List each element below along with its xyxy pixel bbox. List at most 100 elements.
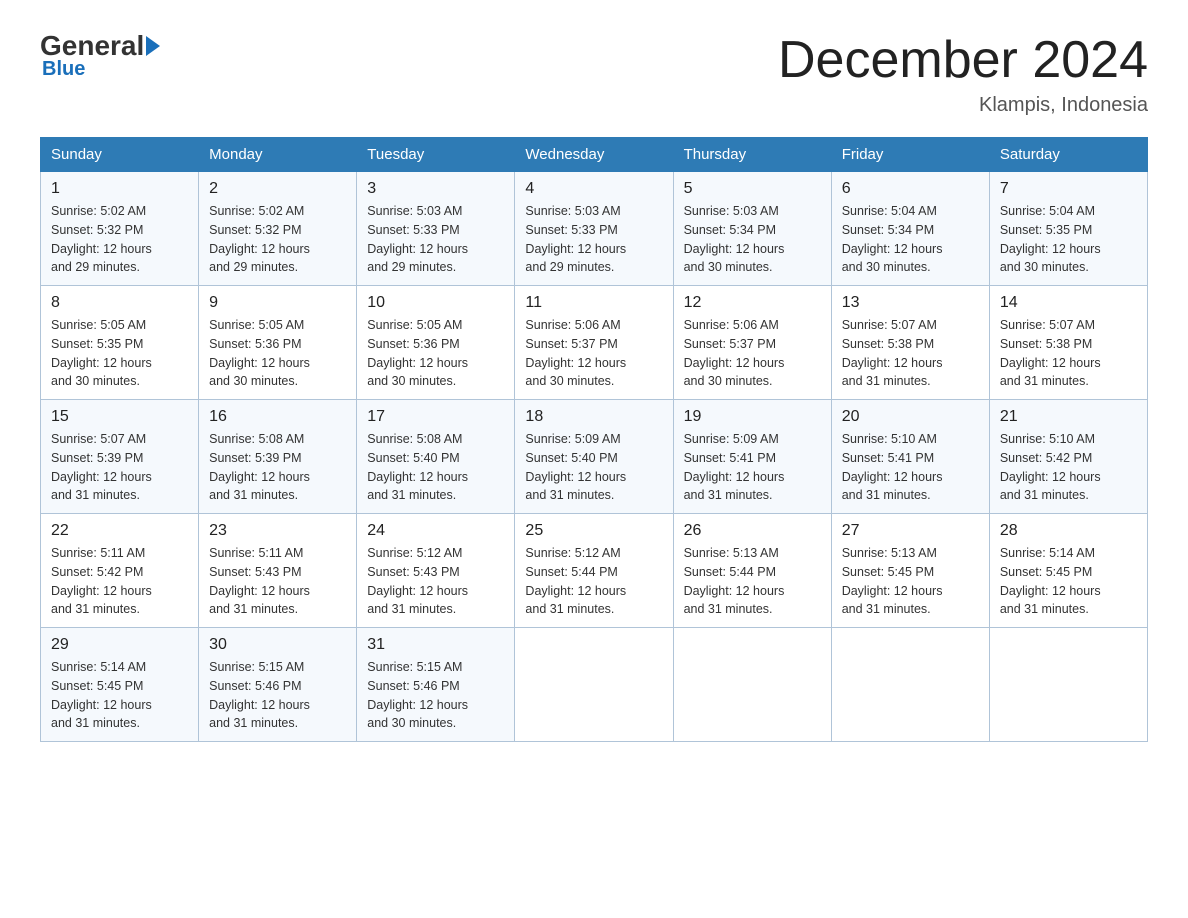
day-number: 2 [209,180,346,198]
calendar-cell: 12 Sunrise: 5:06 AMSunset: 5:37 PMDaylig… [673,286,831,400]
col-header-saturday: Saturday [989,138,1147,172]
calendar-cell: 11 Sunrise: 5:06 AMSunset: 5:37 PMDaylig… [515,286,673,400]
calendar-cell: 30 Sunrise: 5:15 AMSunset: 5:46 PMDaylig… [199,628,357,742]
day-info: Sunrise: 5:07 AMSunset: 5:38 PMDaylight:… [842,318,943,388]
location-subtitle: Klampis, Indonesia [778,94,1148,117]
day-info: Sunrise: 5:02 AMSunset: 5:32 PMDaylight:… [209,204,310,274]
calendar-cell [515,628,673,742]
day-info: Sunrise: 5:06 AMSunset: 5:37 PMDaylight:… [525,318,626,388]
day-number: 1 [51,180,188,198]
calendar-cell: 20 Sunrise: 5:10 AMSunset: 5:41 PMDaylig… [831,400,989,514]
col-header-tuesday: Tuesday [357,138,515,172]
calendar-cell: 29 Sunrise: 5:14 AMSunset: 5:45 PMDaylig… [41,628,199,742]
day-info: Sunrise: 5:09 AMSunset: 5:40 PMDaylight:… [525,432,626,502]
day-number: 23 [209,522,346,540]
calendar-cell: 15 Sunrise: 5:07 AMSunset: 5:39 PMDaylig… [41,400,199,514]
day-info: Sunrise: 5:09 AMSunset: 5:41 PMDaylight:… [684,432,785,502]
day-number: 29 [51,636,188,654]
day-number: 22 [51,522,188,540]
day-number: 11 [525,294,662,312]
day-number: 13 [842,294,979,312]
calendar-cell: 23 Sunrise: 5:11 AMSunset: 5:43 PMDaylig… [199,514,357,628]
day-info: Sunrise: 5:12 AMSunset: 5:44 PMDaylight:… [525,546,626,616]
col-header-thursday: Thursday [673,138,831,172]
calendar-header-row: SundayMondayTuesdayWednesdayThursdayFrid… [41,138,1148,172]
day-number: 7 [1000,180,1137,198]
day-info: Sunrise: 5:15 AMSunset: 5:46 PMDaylight:… [367,660,468,730]
day-info: Sunrise: 5:14 AMSunset: 5:45 PMDaylight:… [1000,546,1101,616]
page-header: General Blue December 2024 Klampis, Indo… [40,30,1148,117]
day-number: 10 [367,294,504,312]
day-number: 21 [1000,408,1137,426]
calendar-cell [989,628,1147,742]
calendar-week-row: 8 Sunrise: 5:05 AMSunset: 5:35 PMDayligh… [41,286,1148,400]
title-section: December 2024 Klampis, Indonesia [778,30,1148,117]
day-info: Sunrise: 5:14 AMSunset: 5:45 PMDaylight:… [51,660,152,730]
day-number: 20 [842,408,979,426]
calendar-cell: 4 Sunrise: 5:03 AMSunset: 5:33 PMDayligh… [515,172,673,286]
calendar-cell: 14 Sunrise: 5:07 AMSunset: 5:38 PMDaylig… [989,286,1147,400]
day-number: 12 [684,294,821,312]
day-number: 15 [51,408,188,426]
day-info: Sunrise: 5:10 AMSunset: 5:42 PMDaylight:… [1000,432,1101,502]
calendar-cell: 25 Sunrise: 5:12 AMSunset: 5:44 PMDaylig… [515,514,673,628]
calendar-cell: 22 Sunrise: 5:11 AMSunset: 5:42 PMDaylig… [41,514,199,628]
calendar-cell [831,628,989,742]
day-info: Sunrise: 5:08 AMSunset: 5:39 PMDaylight:… [209,432,310,502]
day-info: Sunrise: 5:07 AMSunset: 5:39 PMDaylight:… [51,432,152,502]
day-number: 4 [525,180,662,198]
calendar-cell: 5 Sunrise: 5:03 AMSunset: 5:34 PMDayligh… [673,172,831,286]
calendar-week-row: 15 Sunrise: 5:07 AMSunset: 5:39 PMDaylig… [41,400,1148,514]
calendar-week-row: 22 Sunrise: 5:11 AMSunset: 5:42 PMDaylig… [41,514,1148,628]
day-info: Sunrise: 5:03 AMSunset: 5:34 PMDaylight:… [684,204,785,274]
day-number: 5 [684,180,821,198]
col-header-monday: Monday [199,138,357,172]
calendar-table: SundayMondayTuesdayWednesdayThursdayFrid… [40,137,1148,742]
day-number: 3 [367,180,504,198]
day-number: 17 [367,408,504,426]
calendar-cell: 27 Sunrise: 5:13 AMSunset: 5:45 PMDaylig… [831,514,989,628]
calendar-cell: 7 Sunrise: 5:04 AMSunset: 5:35 PMDayligh… [989,172,1147,286]
day-info: Sunrise: 5:03 AMSunset: 5:33 PMDaylight:… [367,204,468,274]
col-header-wednesday: Wednesday [515,138,673,172]
calendar-cell: 13 Sunrise: 5:07 AMSunset: 5:38 PMDaylig… [831,286,989,400]
calendar-cell: 10 Sunrise: 5:05 AMSunset: 5:36 PMDaylig… [357,286,515,400]
day-info: Sunrise: 5:07 AMSunset: 5:38 PMDaylight:… [1000,318,1101,388]
calendar-cell [673,628,831,742]
day-info: Sunrise: 5:15 AMSunset: 5:46 PMDaylight:… [209,660,310,730]
day-info: Sunrise: 5:12 AMSunset: 5:43 PMDaylight:… [367,546,468,616]
day-number: 14 [1000,294,1137,312]
logo: General Blue [40,30,162,81]
day-info: Sunrise: 5:11 AMSunset: 5:43 PMDaylight:… [209,546,310,616]
day-info: Sunrise: 5:10 AMSunset: 5:41 PMDaylight:… [842,432,943,502]
calendar-cell: 17 Sunrise: 5:08 AMSunset: 5:40 PMDaylig… [357,400,515,514]
calendar-cell: 31 Sunrise: 5:15 AMSunset: 5:46 PMDaylig… [357,628,515,742]
calendar-cell: 6 Sunrise: 5:04 AMSunset: 5:34 PMDayligh… [831,172,989,286]
day-info: Sunrise: 5:04 AMSunset: 5:34 PMDaylight:… [842,204,943,274]
day-info: Sunrise: 5:05 AMSunset: 5:36 PMDaylight:… [209,318,310,388]
day-number: 19 [684,408,821,426]
col-header-sunday: Sunday [41,138,199,172]
day-number: 9 [209,294,346,312]
day-number: 30 [209,636,346,654]
day-number: 24 [367,522,504,540]
day-info: Sunrise: 5:05 AMSunset: 5:36 PMDaylight:… [367,318,468,388]
col-header-friday: Friday [831,138,989,172]
calendar-cell: 24 Sunrise: 5:12 AMSunset: 5:43 PMDaylig… [357,514,515,628]
day-number: 31 [367,636,504,654]
calendar-cell: 2 Sunrise: 5:02 AMSunset: 5:32 PMDayligh… [199,172,357,286]
day-number: 8 [51,294,188,312]
calendar-cell: 1 Sunrise: 5:02 AMSunset: 5:32 PMDayligh… [41,172,199,286]
day-info: Sunrise: 5:02 AMSunset: 5:32 PMDaylight:… [51,204,152,274]
month-title: December 2024 [778,30,1148,90]
logo-arrow-icon [146,36,160,56]
day-info: Sunrise: 5:05 AMSunset: 5:35 PMDaylight:… [51,318,152,388]
day-info: Sunrise: 5:03 AMSunset: 5:33 PMDaylight:… [525,204,626,274]
calendar-cell: 26 Sunrise: 5:13 AMSunset: 5:44 PMDaylig… [673,514,831,628]
day-number: 6 [842,180,979,198]
day-number: 16 [209,408,346,426]
day-number: 28 [1000,522,1137,540]
day-info: Sunrise: 5:06 AMSunset: 5:37 PMDaylight:… [684,318,785,388]
logo-blue-text: Blue [42,58,85,81]
calendar-week-row: 1 Sunrise: 5:02 AMSunset: 5:32 PMDayligh… [41,172,1148,286]
